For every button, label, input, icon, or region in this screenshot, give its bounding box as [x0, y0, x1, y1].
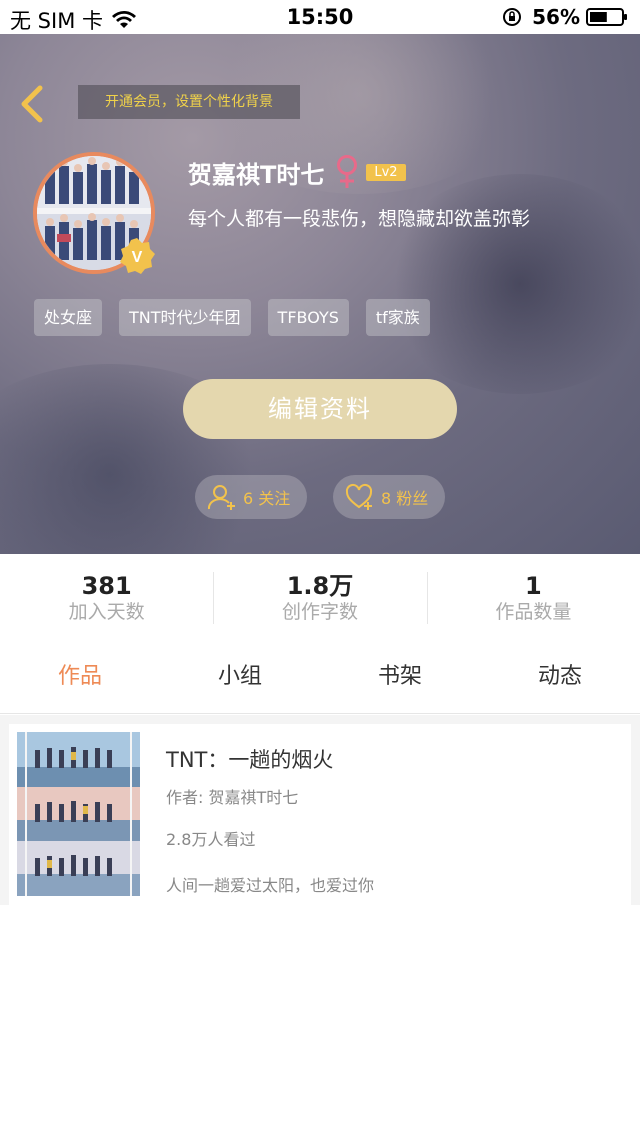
- profile-tabs: 作品 小组 书架 动态: [0, 644, 640, 714]
- status-bar: 无 SIM 卡 15:50 56%: [0, 0, 640, 34]
- heart-icon: [345, 483, 373, 510]
- work-author: 作者: 贺嘉祺T时七: [166, 788, 299, 807]
- work-cover-image: [17, 732, 140, 896]
- tab-activity[interactable]: 动态: [480, 644, 640, 713]
- stat-word-count: 1.8万 创作字数: [213, 554, 426, 644]
- following-button[interactable]: 6 关注: [195, 475, 307, 519]
- following-label: 6 关注: [243, 489, 291, 508]
- stat-label: 创作字数: [281, 601, 358, 623]
- vip-background-banner[interactable]: 开通会员，设置个性化背景: [78, 85, 300, 119]
- user-add-icon: [207, 485, 235, 510]
- rotation-lock-icon: [503, 8, 522, 26]
- stat-value: 1: [524, 572, 542, 600]
- verified-badge-icon: V: [120, 238, 155, 274]
- profile-bio: 每个人都有一段悲伤，想隐藏却欲盖弥彰: [188, 208, 531, 230]
- fans-button[interactable]: 8 粉丝: [333, 475, 445, 519]
- tag-item[interactable]: TFBOYS: [267, 299, 349, 336]
- stat-label: 加入天数: [68, 601, 145, 623]
- edit-profile-button[interactable]: 编辑资料: [183, 379, 457, 439]
- tag-item[interactable]: tf家族: [365, 299, 430, 336]
- battery-percent: 56%: [532, 5, 580, 29]
- status-right: 56%: [502, 5, 628, 29]
- level-badge: Lv2: [366, 163, 406, 181]
- tag-list: 处女座 TNT时代少年团 TFBOYS tf家族: [34, 299, 447, 336]
- tab-groups[interactable]: 小组: [160, 644, 320, 713]
- tag-item[interactable]: 处女座: [34, 299, 103, 336]
- work-intro: 人间一趟爱过太阳，也爱过你: [166, 876, 375, 895]
- username: 贺嘉祺T时七: [188, 160, 325, 189]
- stat-label: 作品数量: [495, 601, 572, 623]
- tab-works[interactable]: 作品: [0, 644, 160, 713]
- tab-bookshelf[interactable]: 书架: [320, 644, 480, 713]
- back-button[interactable]: [14, 84, 50, 124]
- fans-label: 8 粉丝: [381, 489, 429, 508]
- work-title: TNT：一趟的烟火: [166, 748, 334, 772]
- female-icon: [337, 155, 358, 188]
- stat-value: 1.8万: [286, 572, 354, 600]
- stat-works-count: 1 作品数量: [426, 554, 640, 644]
- profile-name-row: 贺嘉祺T时七 Lv2: [188, 154, 406, 190]
- work-views: 2.8万人看过: [166, 830, 256, 849]
- stat-value: 381: [81, 572, 132, 600]
- profile-header: 开通会员，设置个性化背景 V 贺嘉祺T时七 Lv2 每个人都有一段悲伤，想隐藏却…: [0, 34, 640, 554]
- battery-icon: [586, 8, 627, 26]
- stats-bar: 381 加入天数 1.8万 创作字数 1 作品数量: [0, 554, 640, 644]
- work-card[interactable]: TNT：一趟的烟火 作者: 贺嘉祺T时七 2.8万人看过 人间一趟爱过太阳，也爱…: [9, 724, 631, 905]
- work-cover: [17, 732, 140, 896]
- stat-join-days: 381 加入天数: [0, 554, 213, 644]
- tag-item[interactable]: TNT时代少年团: [119, 299, 251, 336]
- verified-badge-text: V: [132, 249, 143, 266]
